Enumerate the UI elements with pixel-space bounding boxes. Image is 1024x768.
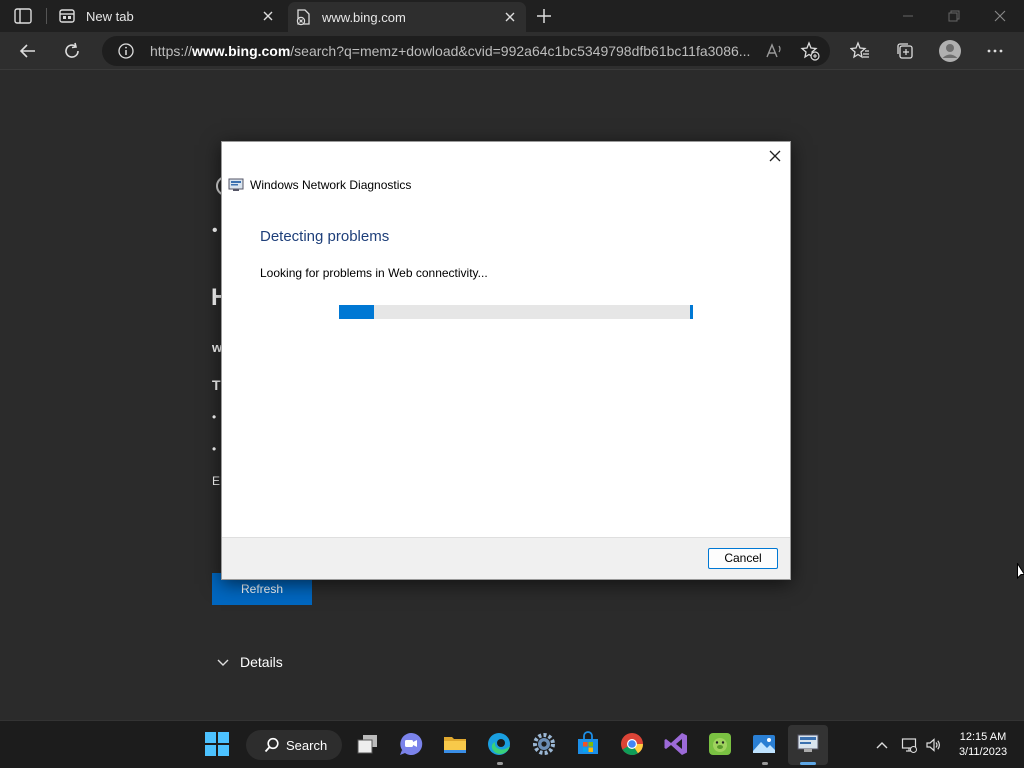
back-arrow-icon[interactable] [18,41,38,61]
system-clock[interactable]: 12:15 AM 3/11/2023 [948,730,1018,760]
photos-icon[interactable] [751,731,777,757]
add-favorite-icon[interactable] [800,41,820,61]
photos-running-indicator [762,762,768,765]
more-options-icon[interactable] [985,41,1005,61]
tab-label: New tab [86,8,134,24]
tab-actions-icon[interactable] [14,8,32,24]
task-view-icon[interactable] [355,731,381,757]
url-path: /search?q=memz+dowload&cvid=992a64c1bc53… [290,43,751,59]
file-explorer-icon[interactable] [442,731,468,757]
chrome-icon[interactable] [619,731,645,757]
dialog-status-text: Looking for problems in Web connectivity… [260,266,488,280]
details-label: Details [240,654,283,670]
close-tab-icon[interactable] [502,9,518,25]
settings-gear-icon[interactable] [531,731,557,757]
browser-toolbar: https://www.bing.com/search?q=memz+dowlo… [0,32,1024,70]
page-list-bullet: • [212,442,217,456]
read-aloud-icon[interactable] [764,41,784,61]
dialog-footer: Cancel [222,537,790,579]
page-list-bullet: • [212,410,217,424]
tab-new-tab[interactable]: New tab [52,0,284,32]
close-tab-icon[interactable] [260,8,276,24]
teams-chat-icon[interactable] [398,731,424,757]
profile-avatar-icon[interactable] [938,39,962,63]
progress-bar-end [690,305,693,319]
clock-date: 3/11/2023 [958,746,1008,758]
close-icon[interactable] [768,149,782,163]
microsoft-store-icon[interactable] [575,731,601,757]
url-host: www.bing.com [192,43,291,59]
show-hidden-icons-chevron-icon[interactable] [874,737,890,753]
network-diagnostics-icon [228,178,244,191]
url-text[interactable]: https://www.bing.com/search?q=memz+dowlo… [150,43,750,59]
taskbar-search-label: Search [286,737,328,753]
cancel-button[interactable]: Cancel [708,548,778,569]
tab-separator [46,8,47,24]
dialog-heading: Detecting problems [260,228,390,245]
tab-bar: New tab www.bing.com [0,0,1024,32]
mouse-cursor-icon [1017,563,1024,580]
page-subheading-fragment: T [212,377,221,393]
tab-bing[interactable]: www.bing.com [288,2,526,32]
refresh-icon[interactable] [62,41,82,61]
new-tab-button[interactable] [534,6,554,26]
dialog-title: Windows Network Diagnostics [250,178,412,192]
clock-time: 12:15 AM [959,731,1007,743]
favorites-icon[interactable] [850,41,870,61]
new-tab-page-icon [59,9,75,23]
network-icon[interactable] [901,737,917,753]
page-error-icon [296,9,310,26]
search-icon [264,737,279,753]
page-bullet-mark: • [212,222,218,239]
network-diagnostics-taskbar-icon[interactable] [795,731,821,757]
chevron-down-icon [217,659,229,666]
volume-icon[interactable] [925,737,941,753]
edge-running-indicator [497,762,503,765]
site-info-icon[interactable] [118,43,134,59]
details-toggle[interactable]: Details [216,654,283,670]
collections-icon[interactable] [895,41,915,61]
network-diagnostics-dialog: Windows Network Diagnostics Detecting pr… [221,141,791,580]
tab-label: www.bing.com [322,9,406,25]
visual-studio-icon[interactable] [663,731,689,757]
progress-bar-fill [339,305,375,319]
start-button-icon[interactable] [204,731,230,757]
close-window-icon[interactable] [990,6,1010,26]
taskbar: Search 12:15 AM 3/11/2023 [0,720,1024,768]
address-bar[interactable]: https://www.bing.com/search?q=memz+dowlo… [102,36,830,66]
taskbar-search[interactable]: Search [246,730,342,760]
edge-browser-icon[interactable] [486,731,512,757]
restore-icon[interactable] [944,6,964,26]
progress-bar [339,305,693,319]
pig-game-icon[interactable] [707,731,733,757]
url-prefix: https:// [150,43,193,59]
active-app-indicator [800,762,816,765]
dialog-title-bar: Windows Network Diagnostics [228,178,411,192]
minimize-icon[interactable] [898,6,918,26]
